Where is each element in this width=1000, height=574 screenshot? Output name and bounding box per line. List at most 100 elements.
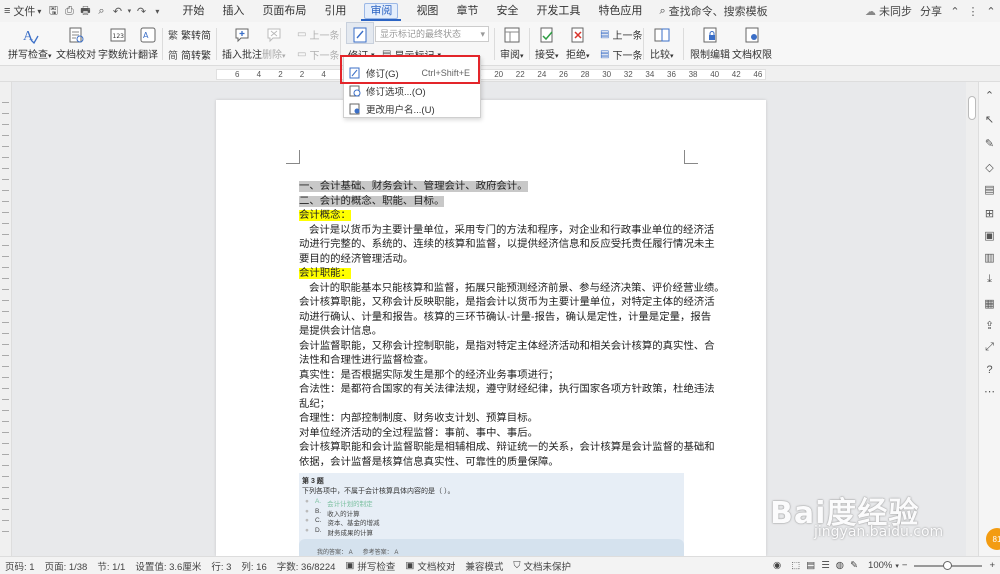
- document-page[interactable]: 一、会计基础、财务会计、管理会计、政府会计。 二、会计的概念、职能、目标。 会计概念…: [216, 100, 766, 556]
- document-paragraph-line[interactable]: 法性和合理性进行监督检查。: [299, 354, 685, 369]
- document-paragraph-line[interactable]: 一、会计基础、财务会计、管理会计、政府会计。: [299, 180, 685, 195]
- scroll-thumb[interactable]: [968, 96, 976, 120]
- word-count-button[interactable]: 123 字数统计: [98, 22, 138, 61]
- document-paragraph-line[interactable]: 要目的的经济管理活动。: [299, 253, 685, 268]
- zoom-level[interactable]: 100%: [868, 560, 892, 571]
- zoom-slider-knob[interactable]: [943, 560, 953, 570]
- print-preview-icon[interactable]: ⌕: [93, 0, 109, 22]
- collapse-ribbon-icon[interactable]: ⌃: [982, 0, 1000, 22]
- status-row[interactable]: 行: 3: [206, 559, 236, 573]
- download-icon[interactable]: ⤓: [982, 272, 997, 287]
- share-icon[interactable]: ⇪: [982, 318, 997, 333]
- file-menu[interactable]: ≡ 文件 ▾: [0, 0, 45, 22]
- document-paragraph-line[interactable]: 依据，会计监督是核算信息真实性、可靠性的质量保障。: [299, 456, 685, 471]
- next-change-button[interactable]: ▤ 下一条: [600, 47, 642, 62]
- document-paragraph-line[interactable]: 会计核算职能和会计监督职能是相辅相成、辩证统一的关系，会计核算是会计监督的基础和: [299, 441, 715, 456]
- document-paragraph-line[interactable]: 动进行完整的、系统的、连续的核算和监督，以提供经济信息和反应受托责任履行情况未主: [299, 238, 715, 253]
- status-protection[interactable]: ⛉ 文档未保护: [508, 559, 576, 573]
- vertical-scrollbar[interactable]: [966, 82, 978, 556]
- document-paragraph-line[interactable]: 动进行确认、计量和报告。核算的三环节确认-计量-报告，确认是定性，计量是定量，报…: [299, 311, 711, 326]
- next-comment-button[interactable]: ▭ 下一条: [297, 47, 339, 62]
- command-search[interactable]: ⌕ 查找命令、搜索模板: [655, 0, 771, 22]
- document-body[interactable]: 一、会计基础、财务会计、管理会计、政府会计。 二、会计的概念、职能、目标。 会计概念…: [299, 180, 725, 471]
- share-button[interactable]: 分享: [916, 0, 946, 22]
- eye-protection-icon[interactable]: ◉: [768, 560, 786, 571]
- document-paragraph-line[interactable]: 会计的职能基本只能核算和监督，拓展只能预测经济前景、参与经济决策、评价经营业绩。: [299, 282, 725, 297]
- save-icon[interactable]: 🖫: [45, 0, 61, 22]
- document-paragraph-line[interactable]: 合法性：是都符合国家的有关法律法规，遵守财经纪律，执行国家各项方针政策，杜绝违法: [299, 383, 715, 398]
- expand-icon[interactable]: ⌃: [946, 0, 964, 22]
- table-icon[interactable]: ⊞: [982, 206, 997, 221]
- document-paragraph-line[interactable]: 二、会计的概念、职能、目标。: [299, 195, 685, 210]
- status-page-number[interactable]: 页码: 1: [0, 559, 40, 573]
- style-icon[interactable]: ✎: [982, 136, 997, 151]
- tab-review[interactable]: 审阅: [355, 0, 407, 22]
- review-pane-button[interactable]: 审阅▾: [500, 22, 524, 61]
- tab-insert[interactable]: 插入: [213, 0, 253, 22]
- status-page[interactable]: 页面: 1/38: [40, 559, 93, 573]
- customize-toolbar-icon[interactable]: ▾: [149, 0, 165, 22]
- spellcheck-button[interactable]: A 拼写检查▾: [8, 22, 52, 61]
- document-paragraph-line[interactable]: 会计概念：: [299, 209, 685, 224]
- prev-change-button[interactable]: ▤ 上一条: [600, 27, 642, 42]
- zoom-out-button[interactable]: −: [902, 560, 908, 571]
- undo-icon[interactable]: ↶: [109, 0, 125, 22]
- insert-comment-button[interactable]: 插入批注: [222, 22, 262, 61]
- status-word-count[interactable]: 字数: 36/8224: [272, 559, 341, 573]
- tab-view[interactable]: 视图: [407, 0, 447, 22]
- image-icon[interactable]: ▣: [982, 228, 997, 243]
- dots-icon[interactable]: ⋯: [982, 384, 997, 399]
- tab-chapter[interactable]: 章节: [447, 0, 487, 22]
- status-column[interactable]: 列: 16: [236, 559, 271, 573]
- document-paragraph-line[interactable]: 真实性：是否根据实际发生是那个的经济业务事项进行；: [299, 369, 685, 384]
- more-icon[interactable]: ⋮: [964, 0, 982, 22]
- sync-status[interactable]: ☁ 未同步: [861, 0, 916, 22]
- chevron-down-icon[interactable]: ▾: [895, 562, 899, 570]
- edit-view-icon[interactable]: ✎: [850, 560, 858, 571]
- tab-references[interactable]: 引用: [315, 0, 355, 22]
- document-paragraph-line[interactable]: 合理性：内部控制制度、财务收支计划、预算目标。: [299, 412, 685, 427]
- help-icon[interactable]: ?: [982, 362, 997, 377]
- document-paragraph-line[interactable]: 会计是以货币为主要计量单位，采用专门的方法和程序，对企业和行政事业单位的经济活: [299, 224, 714, 239]
- document-paragraph-line[interactable]: 乱纪；: [299, 398, 685, 413]
- prev-comment-button[interactable]: ▭ 上一条: [297, 27, 339, 42]
- tab-security[interactable]: 安全: [487, 0, 527, 22]
- doc-proof-button[interactable]: 文档校对: [56, 22, 96, 61]
- up-arrow-icon[interactable]: ⌃: [982, 88, 997, 103]
- accept-button[interactable]: 接受▾: [535, 22, 559, 61]
- display-for-review-select[interactable]: 显示标记的最终状态 ▾: [375, 26, 489, 42]
- doc-permission-button[interactable]: 文档权限: [732, 22, 772, 61]
- layout-icon[interactable]: ▤: [982, 182, 997, 197]
- document-paragraph-line[interactable]: 会计监督职能，又称会计控制职能，是指对特定主体经济活动和相关会计核算的真实性、合: [299, 340, 715, 355]
- track-changes-button[interactable]: [346, 22, 374, 44]
- delete-comment-button[interactable]: 删除▾: [262, 22, 286, 61]
- zoom-in-button[interactable]: +: [989, 560, 995, 571]
- status-setting[interactable]: 设置值: 3.6厘米: [130, 559, 206, 573]
- select-icon[interactable]: ↖: [982, 112, 997, 127]
- horizontal-ruler[interactable]: 6422468101214161820222426283032343638404…: [0, 66, 1000, 82]
- menu-item-change-username[interactable]: 更改用户名...(U): [344, 99, 480, 118]
- tab-developer[interactable]: 开发工具: [527, 0, 589, 22]
- document-paragraph-line[interactable]: 会计职能：: [299, 267, 685, 282]
- vertical-ruler[interactable]: [0, 82, 12, 556]
- status-doc-proof[interactable]: ▣ 文档校对: [400, 559, 460, 573]
- full-screen-view-icon[interactable]: ⬚: [791, 560, 800, 571]
- tab-special-apps[interactable]: 特色应用: [589, 0, 651, 22]
- restrict-editing-button[interactable]: 限制编辑: [690, 22, 730, 61]
- print-icon[interactable]: 🖶: [77, 0, 93, 22]
- export-pdf-icon[interactable]: ⎙: [61, 0, 77, 22]
- expand-icon[interactable]: ⤢: [982, 340, 997, 355]
- reject-button[interactable]: 拒绝▾: [566, 22, 590, 61]
- undo-dropdown-icon[interactable]: ▾: [125, 0, 133, 22]
- web-view-icon[interactable]: ◍: [836, 560, 844, 571]
- simp-to-trad-button[interactable]: 简简转繁: [168, 47, 211, 62]
- status-spellcheck[interactable]: ▣ 拼写检查: [340, 559, 400, 573]
- document-paragraph-line[interactable]: 对单位经济活动的全过程监督：事前、事中、事后。: [299, 427, 685, 442]
- document-paragraph-line[interactable]: 会计核算职能，又称会计反映职能，是指会计以货币为主要计量单位，对特定主体的经济活: [299, 296, 715, 311]
- redo-icon[interactable]: ↷: [133, 0, 149, 22]
- tab-home[interactable]: 开始: [173, 0, 213, 22]
- status-compat-mode[interactable]: 兼容模式: [460, 559, 508, 573]
- panel-icon[interactable]: ▦: [982, 296, 997, 311]
- outline-view-icon[interactable]: ☰: [821, 560, 830, 571]
- shape-icon[interactable]: ◇: [982, 160, 997, 175]
